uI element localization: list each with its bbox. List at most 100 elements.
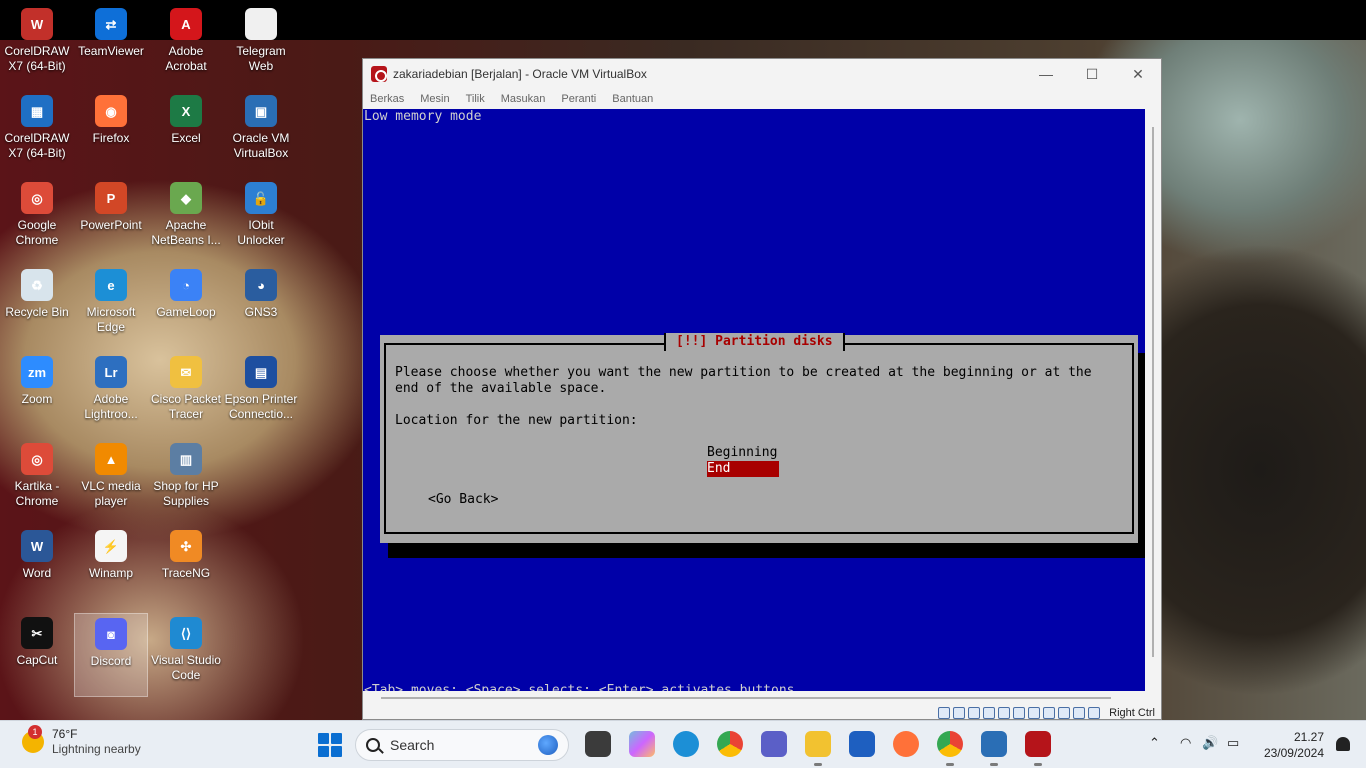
weather-description: Lightning nearby	[52, 742, 141, 756]
virtualbox-taskbar-icon[interactable]	[981, 731, 1007, 766]
recording-icon[interactable]	[1043, 707, 1056, 719]
volume-icon[interactable]: 🔊	[1202, 735, 1218, 751]
vm-display[interactable]: Low memory mode [!!] Partition disks Ple…	[363, 109, 1145, 691]
cisco-packet-tracer-icon: ✉	[170, 356, 202, 388]
desktop-icon-label: Shop for HP Supplies	[153, 479, 219, 508]
desktop-icon-capcut[interactable]: ✂ CapCut	[0, 613, 74, 697]
coreldraw-x7-64-bit-icon: W	[21, 8, 53, 40]
chrome-profile-taskbar-icon[interactable]	[937, 731, 963, 766]
menu-bantuan[interactable]: Bantuan	[612, 93, 653, 105]
network-icon[interactable]	[983, 707, 996, 719]
start-button[interactable]	[318, 733, 342, 757]
desktop-icon-shop-for-hp-supplies[interactable]: ▥ Shop for HP Supplies	[149, 439, 223, 523]
desktop-icon-coreldraw-x7-64-bit[interactable]: W CorelDRAW X7 (64-Bit)	[0, 4, 74, 88]
location-prompt: Location for the new partition:	[395, 413, 638, 428]
traceng-icon: ✣	[170, 530, 202, 562]
clock-time: 21.27	[1293, 730, 1324, 744]
vm-window-taskbar-icon[interactable]	[1025, 731, 1051, 766]
weather-temperature: 76°F	[52, 727, 78, 741]
weather-widget[interactable]: 1 76°F Lightning nearby	[22, 725, 141, 757]
google-chrome-icon: ◎	[21, 182, 53, 214]
desktop-icon-zoom[interactable]: zm Zoom	[0, 352, 74, 436]
desktop-icon-adobe-lightroo[interactable]: Lr Adobe Lightroo...	[74, 352, 148, 436]
teamviewer-icon: ⇄	[95, 8, 127, 40]
desktop-icon-winamp[interactable]: ⚡ Winamp	[74, 526, 148, 610]
desktop-icon-label: GameLoop	[156, 305, 216, 319]
desktop-icon-label: CorelDRAW X7 (64-Bit)	[4, 44, 70, 73]
taskbar-search[interactable]: Search	[355, 729, 569, 761]
keyboard-capture-icon[interactable]	[1088, 707, 1101, 719]
desktop-icon-microsoft-edge[interactable]: e Microsoft Edge	[74, 265, 148, 349]
go-back-button[interactable]: <Go Back>	[428, 492, 498, 508]
notification-bell-icon[interactable]	[1336, 737, 1350, 751]
usb-icon[interactable]	[998, 707, 1011, 719]
store-icon[interactable]	[849, 731, 875, 757]
desktop-icon-telegram-web[interactable]: Telegram Web	[224, 4, 298, 88]
winamp-icon: ⚡	[95, 530, 127, 562]
desktop-icon-cisco-packet-tracer[interactable]: ✉ Cisco Packet Tracer	[149, 352, 223, 436]
desktop-icon-excel[interactable]: X Excel	[149, 91, 223, 175]
desktop-icon-adobe-acrobat[interactable]: A Adobe Acrobat	[149, 4, 223, 88]
desktop-icon-visual-studio-code[interactable]: ⟨⟩ Visual Studio Code	[149, 613, 223, 697]
chrome-taskbar-icon[interactable]	[717, 731, 743, 757]
desktop-icon-powerpoint[interactable]: P PowerPoint	[74, 178, 148, 262]
display-icon[interactable]	[1028, 707, 1041, 719]
weather-alert-badge: 1	[28, 725, 42, 739]
menu-berkas[interactable]: Berkas	[370, 93, 404, 105]
microsoft-edge-icon: e	[95, 269, 127, 301]
desktop-icon-apache-netbeans-i[interactable]: ◆ Apache NetBeans I...	[149, 178, 223, 262]
desktop-icon-teamviewer[interactable]: ⇄ TeamViewer	[74, 4, 148, 88]
desktop-icon-iobit-unlocker[interactable]: 🔓 IObit Unlocker	[224, 178, 298, 262]
desktop-icon-vlc-media-player[interactable]: ▲ VLC media player	[74, 439, 148, 523]
desktop-icon-discord[interactable]: ◙ Discord	[74, 613, 148, 697]
telegram-web-icon	[245, 8, 277, 40]
desktop-icon-firefox[interactable]: ◉ Firefox	[74, 91, 148, 175]
cpu-icon[interactable]	[1058, 707, 1071, 719]
desktop-icon-label: Zoom	[21, 392, 53, 406]
file-explorer-icon[interactable]	[805, 731, 831, 766]
wifi-icon[interactable]: ◠	[1180, 735, 1191, 751]
menu-tilik[interactable]: Tilik	[466, 93, 485, 105]
option-beginning[interactable]: Beginning	[707, 445, 779, 461]
minimize-button[interactable]: —	[1023, 59, 1069, 89]
teams-icon[interactable]	[761, 731, 787, 757]
audio-icon[interactable]	[968, 707, 981, 719]
mouse-integration-icon[interactable]	[1073, 707, 1086, 719]
firefox-taskbar-icon[interactable]	[893, 731, 919, 757]
desktop-icon-coreldraw-x7-64-bit[interactable]: ▦ CorelDRAW X7 (64-Bit)	[0, 91, 74, 175]
virtualbox-app-icon	[371, 66, 387, 82]
menu-peranti[interactable]: Peranti	[561, 93, 596, 105]
menu-masukan[interactable]: Masukan	[501, 93, 546, 105]
copilot-icon[interactable]	[629, 731, 655, 757]
disk-icon[interactable]	[938, 707, 951, 719]
desktop-icon-google-chrome[interactable]: ◎ Google Chrome	[0, 178, 74, 262]
vertical-scrollbar[interactable]	[1145, 109, 1161, 691]
desktop-icon-gameloop[interactable]: ◔ GameLoop	[149, 265, 223, 349]
tray-chevron-icon[interactable]: ⌃	[1149, 735, 1160, 751]
task-view-icon[interactable]	[585, 731, 611, 757]
dialog-text-line-2: end of the available space.	[395, 381, 607, 396]
close-button[interactable]: ✕	[1115, 59, 1161, 89]
oracle-vm-virtualbox-icon: ▣	[245, 95, 277, 127]
desktop-icon-oracle-vm-virtualbox[interactable]: ▣ Oracle VM VirtualBox	[224, 91, 298, 175]
optical-drive-icon[interactable]	[953, 707, 966, 719]
edge-taskbar-icon[interactable]	[673, 731, 699, 757]
maximize-button[interactable]: ☐	[1069, 59, 1115, 89]
desktop-icon-traceng[interactable]: ✣ TraceNG	[149, 526, 223, 610]
menu-mesin[interactable]: Mesin	[420, 93, 449, 105]
excel-icon: X	[170, 95, 202, 127]
desktop-icon-recycle-bin[interactable]: ♻ Recycle Bin	[0, 265, 74, 349]
desktop-icon-label: Excel	[171, 131, 201, 145]
shared-folder-icon[interactable]	[1013, 707, 1026, 719]
clock[interactable]: 21.27 23/09/2024	[1264, 729, 1324, 761]
virtualbox-window[interactable]: zakariadebian [Berjalan] - Oracle VM Vir…	[362, 58, 1162, 720]
gns3-icon: ◕	[245, 269, 277, 301]
desktop-icon-word[interactable]: W Word	[0, 526, 74, 610]
window-titlebar[interactable]: zakariadebian [Berjalan] - Oracle VM Vir…	[363, 59, 1161, 89]
option-end[interactable]: End	[707, 461, 779, 477]
desktop-icon-gns3[interactable]: ◕ GNS3	[224, 265, 298, 349]
battery-icon[interactable]: ▭	[1227, 735, 1239, 751]
desktop-icon-kartika-chrome[interactable]: ◎ Kartika - Chrome	[0, 439, 74, 523]
horizontal-scrollbar[interactable]	[363, 691, 1145, 705]
desktop-icon-epson-printer-connectio[interactable]: ▤ Epson Printer Connectio...	[224, 352, 298, 436]
